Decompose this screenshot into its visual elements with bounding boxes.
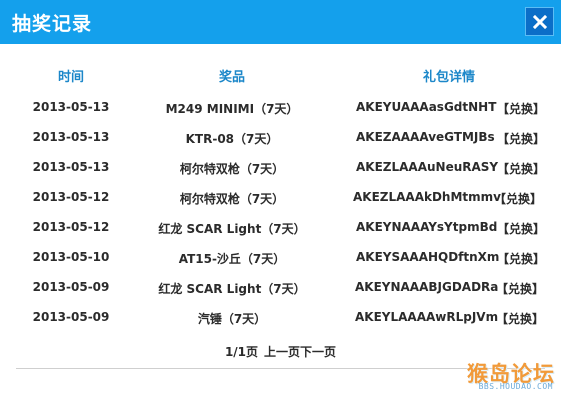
table-row: 2013-05-09 红龙 SCAR Light（7天） AKEYNAAABJG… (0, 276, 561, 306)
row-date: 2013-05-12 (32, 190, 110, 204)
row-date: 2013-05-13 (32, 100, 110, 114)
redeem-link[interactable]: 【兑换】 (497, 160, 545, 177)
row-prize: AT15-沙丘（7天） (178, 252, 286, 266)
row-date: 2013-05-09 (32, 280, 110, 294)
row-prize: 柯尔特双枪（7天） (179, 192, 285, 206)
table-row: 2013-05-13 M249 MINIMI（7天） AKEYUAAAasGdt… (0, 96, 561, 126)
redeem-link[interactable]: 【兑换】 (497, 100, 545, 117)
table-row: 2013-05-13 KTR-08（7天） AKEZAAAAveGTMJBs 【… (0, 126, 561, 156)
redeem-link[interactable]: 【兑换】 (496, 280, 544, 297)
table-row: 2013-05-12 柯尔特双枪（7天） AKEZLAAAkDhMtmmv 【兑… (0, 186, 561, 216)
table-row: 2013-05-10 AT15-沙丘（7天） AKEYSAAAHQDftnXm … (0, 246, 561, 276)
row-date: 2013-05-09 (32, 310, 110, 324)
lottery-record-table: 时间 奖品 礼包详情 2013-05-13 M249 MINIMI（7天） AK… (0, 66, 561, 336)
page-info: 1/1页 (224, 345, 259, 359)
watermark-url: BBS.HOUDAO.COM (478, 382, 553, 391)
row-date: 2013-05-13 (32, 160, 110, 174)
row-date: 2013-05-13 (32, 130, 110, 144)
dialog-titlebar: 抽奖记录 (0, 0, 561, 44)
table-body: 2013-05-13 M249 MINIMI（7天） AKEYUAAAasGdt… (0, 96, 561, 336)
row-gift-code: AKEZLAAAkDhMtmmv (353, 190, 501, 204)
row-prize: 红龙 SCAR Light（7天） (158, 282, 306, 296)
next-page-link[interactable]: 下一页 (300, 343, 336, 360)
table-header-row: 时间 奖品 礼包详情 (0, 66, 561, 90)
row-prize: 红龙 SCAR Light（7天） (158, 222, 306, 236)
dialog-title: 抽奖记录 (12, 13, 93, 35)
row-gift-code: AKEYLAAAAwRLpJVm (355, 310, 499, 324)
table-row: 2013-05-13 柯尔特双枪（7天） AKEZLAAAuNeuRASY 【兑… (0, 156, 561, 186)
redeem-link[interactable]: 【兑换】 (497, 220, 545, 237)
row-prize: KTR-08（7天） (185, 132, 279, 146)
row-gift-code: AKEZAAAAveGTMJBs (356, 130, 495, 144)
row-gift-code: AKEYSAAAHQDftnXm (356, 250, 500, 264)
row-gift-code: AKEYNAAAYsYtpmBd (356, 220, 498, 234)
row-gift-code: AKEZLAAAuNeuRASY (356, 160, 499, 174)
header-time: 时间 (57, 70, 85, 85)
redeem-link[interactable]: 【兑换】 (496, 310, 544, 327)
close-button[interactable] (525, 7, 554, 36)
redeem-link[interactable]: 【兑换】 (494, 190, 542, 207)
table-row: 2013-05-09 汽锤（7天） AKEYLAAAAwRLpJVm 【兑换】 (0, 306, 561, 336)
redeem-link[interactable]: 【兑换】 (497, 130, 545, 147)
header-prize: 奖品 (218, 70, 246, 85)
row-prize: 汽锤（7天） (197, 312, 267, 326)
table-row: 2013-05-12 红龙 SCAR Light（7天） AKEYNAAAYsY… (0, 216, 561, 246)
row-prize: M249 MINIMI（7天） (165, 102, 299, 116)
row-date: 2013-05-12 (32, 220, 110, 234)
row-gift-code: AKEYUAAAasGdtNHT (356, 100, 497, 114)
forum-watermark: 猴岛论坛 BBS.HOUDAO.COM (445, 358, 555, 392)
header-gift-details: 礼包详情 (422, 70, 476, 85)
close-icon (532, 14, 547, 29)
prev-page-link[interactable]: 上一页 (264, 343, 300, 360)
row-prize: 柯尔特双枪（7天） (179, 162, 285, 176)
redeem-link[interactable]: 【兑换】 (497, 250, 545, 267)
row-gift-code: AKEYNAAABJGDADRa (355, 280, 499, 294)
row-date: 2013-05-10 (32, 250, 110, 264)
